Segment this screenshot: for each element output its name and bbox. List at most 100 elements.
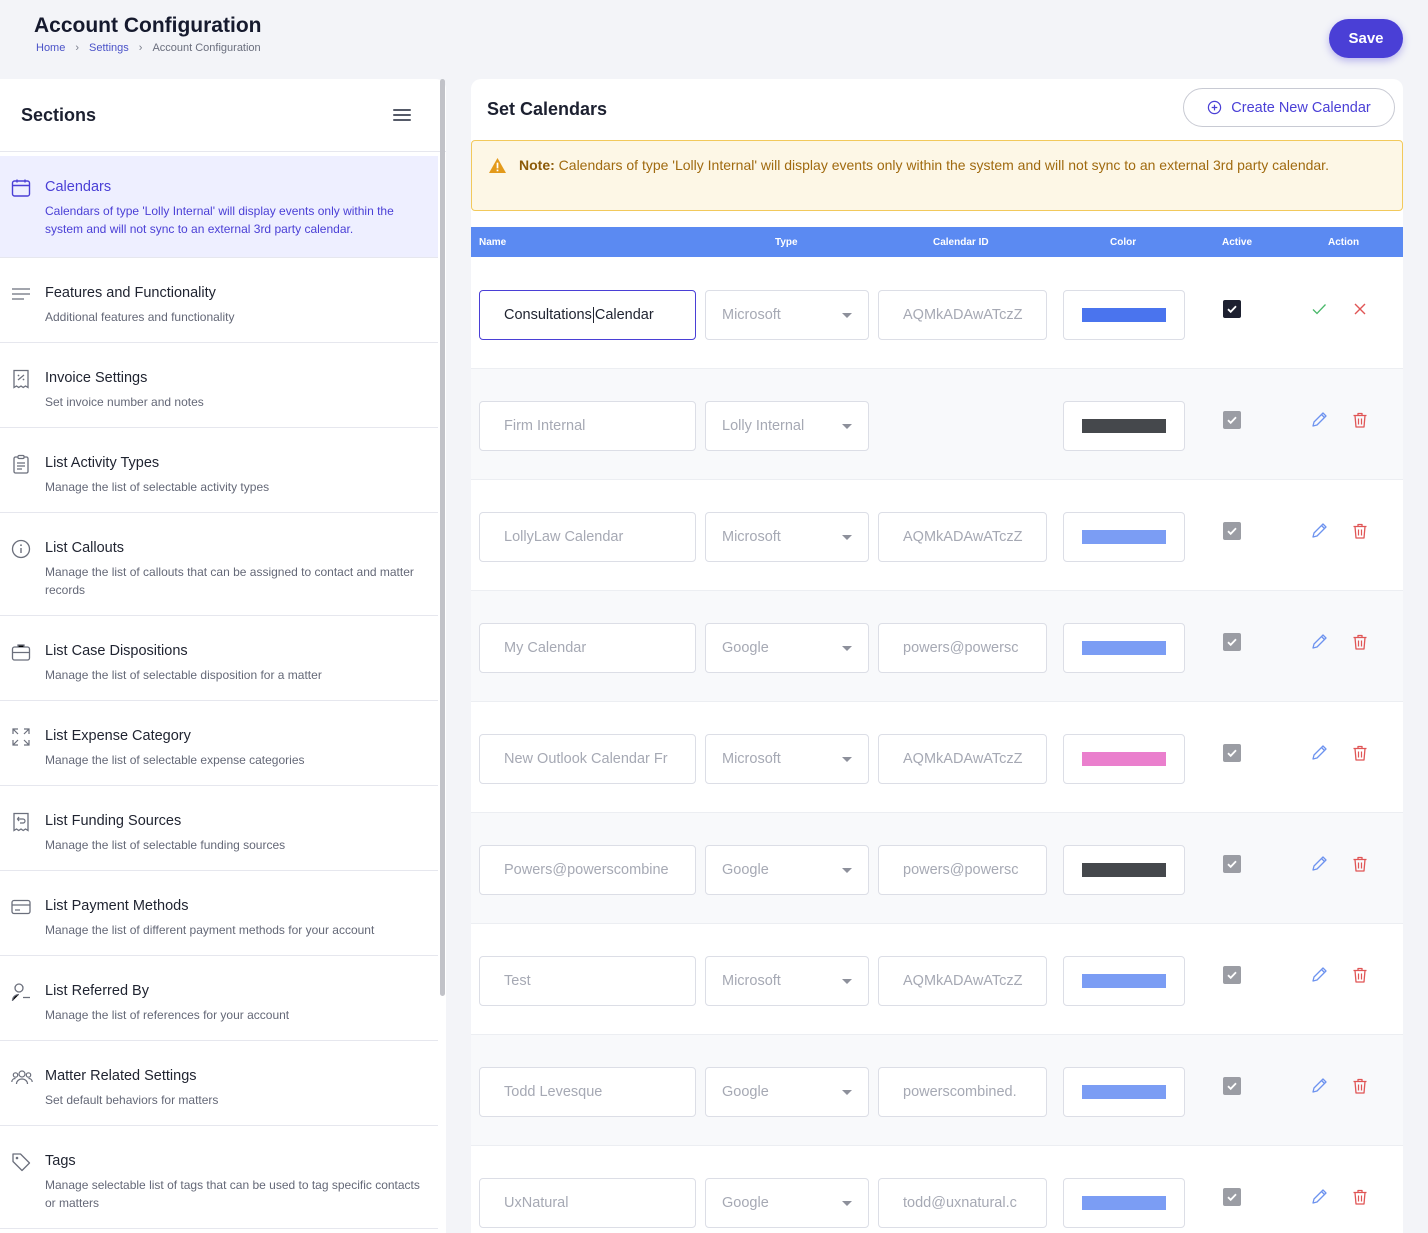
calendar-id-input[interactable]: AQMkADAwATczZ xyxy=(878,290,1047,340)
sidebar-item-list-callouts[interactable]: List Callouts Manage the list of callouts… xyxy=(0,513,438,616)
edit-pencil-icon[interactable] xyxy=(1310,411,1328,429)
page-header: Account Configuration Home › Settings › … xyxy=(0,0,1428,79)
calendar-id-input[interactable]: AQMkADAwATczZ xyxy=(878,512,1047,562)
table-row: Todd Levesque Google powerscombined. xyxy=(471,1035,1403,1146)
calendar-id-input[interactable]: todd@uxnatural.c xyxy=(878,1178,1047,1228)
calendar-id-input[interactable]: powerscombined. xyxy=(878,1067,1047,1117)
sidebar-item-list-expense-category[interactable]: List Expense Category Manage the list of … xyxy=(0,701,438,786)
delete-trash-icon[interactable] xyxy=(1351,1077,1369,1095)
calendar-color-picker[interactable] xyxy=(1063,845,1185,895)
sidebar-item-list-referred-by[interactable]: List Referred By Manage the list of refer… xyxy=(0,956,438,1041)
warning-icon xyxy=(489,157,506,174)
sidebar-item-title: Invoice Settings xyxy=(45,370,148,386)
calendar-type-select[interactable]: Microsoft xyxy=(705,734,869,784)
create-new-calendar-button[interactable]: Create New Calendar xyxy=(1183,88,1395,127)
calendar-name-input[interactable]: Firm Internal xyxy=(479,401,696,451)
calendar-type-select[interactable]: Microsoft xyxy=(705,290,869,340)
save-button[interactable]: Save xyxy=(1329,19,1403,58)
calendar-id-input[interactable]: AQMkADAwATczZ xyxy=(878,734,1047,784)
sidebar-scrollbar[interactable] xyxy=(440,79,445,996)
calendar-name-input[interactable]: Consultations Calendar xyxy=(479,290,696,340)
calendar-color-picker[interactable] xyxy=(1063,401,1185,451)
calendar-type-select[interactable]: Microsoft xyxy=(705,512,869,562)
color-swatch xyxy=(1082,863,1166,877)
delete-trash-icon[interactable] xyxy=(1351,855,1369,873)
calendar-name-input[interactable]: Test xyxy=(479,956,696,1006)
sidebar-item-matter-related-settings[interactable]: Matter Related Settings Set default behav… xyxy=(0,1041,438,1126)
active-checkbox[interactable] xyxy=(1223,855,1241,873)
calendars-panel: Set Calendars Create New Calendar Note: … xyxy=(471,79,1403,1233)
calendar-color-picker[interactable] xyxy=(1063,734,1185,784)
breadcrumb-settings[interactable]: Settings xyxy=(89,42,129,54)
sidebar-item-calendars[interactable]: Calendars Calendars of type 'Lolly Intern… xyxy=(0,156,438,258)
edit-pencil-icon[interactable] xyxy=(1310,1188,1328,1206)
calendar-color-picker[interactable] xyxy=(1063,1067,1185,1117)
calendar-id-input[interactable]: powers@powersc xyxy=(878,845,1047,895)
calendar-type-select[interactable]: Lolly Internal xyxy=(705,401,869,451)
calendar-name-input[interactable]: LollyLaw Calendar xyxy=(479,512,696,562)
edit-pencil-icon[interactable] xyxy=(1310,855,1328,873)
calendar-type-select[interactable]: Microsoft xyxy=(705,956,869,1006)
calendar-table-body: Consultations Calendar Microsoft AQMkADAwAT… xyxy=(471,258,1403,1233)
calendar-color-picker[interactable] xyxy=(1063,623,1185,673)
delete-trash-icon[interactable] xyxy=(1351,966,1369,984)
calendar-color-picker[interactable] xyxy=(1063,290,1185,340)
active-checkbox[interactable] xyxy=(1223,1188,1241,1206)
calendar-name-input[interactable]: New Outlook Calendar Fr xyxy=(479,734,696,784)
sidebar-item-list-case-dispositions[interactable]: List Case Dispositions Manage the list of… xyxy=(0,616,438,701)
calendar-id-input[interactable]: AQMkADAwATczZ xyxy=(878,956,1047,1006)
delete-trash-icon[interactable] xyxy=(1351,1188,1369,1206)
tag-icon xyxy=(11,1152,31,1172)
edit-pencil-icon[interactable] xyxy=(1310,966,1328,984)
calendar-name-input[interactable]: Todd Levesque xyxy=(479,1067,696,1117)
active-checkbox[interactable] xyxy=(1223,633,1241,651)
active-checkbox[interactable] xyxy=(1223,744,1241,762)
active-checkbox[interactable] xyxy=(1223,522,1241,540)
delete-trash-icon[interactable] xyxy=(1351,522,1369,540)
edit-pencil-icon[interactable] xyxy=(1310,633,1328,651)
table-row: My Calendar Google powers@powersc xyxy=(471,591,1403,702)
calendar-type-select[interactable]: Google xyxy=(705,1067,869,1117)
breadcrumb-home[interactable]: Home xyxy=(36,42,65,54)
delete-trash-icon[interactable] xyxy=(1351,744,1369,762)
active-checkbox[interactable] xyxy=(1223,966,1241,984)
sidebar-item-list-activity-types[interactable]: List Activity Types Manage the list of se… xyxy=(0,428,438,513)
edit-pencil-icon[interactable] xyxy=(1310,522,1328,540)
col-action: Action xyxy=(1328,237,1360,248)
edit-pencil-icon[interactable] xyxy=(1310,1077,1328,1095)
hamburger-menu-icon[interactable] xyxy=(393,109,411,121)
delete-trash-icon[interactable] xyxy=(1351,633,1369,651)
calendar-name-input[interactable]: My Calendar xyxy=(479,623,696,673)
active-checkbox[interactable] xyxy=(1223,411,1241,429)
calendar-type-select[interactable]: Google xyxy=(705,1178,869,1228)
confirm-check-icon[interactable] xyxy=(1310,300,1328,318)
edit-pencil-icon[interactable] xyxy=(1310,744,1328,762)
chevron-down-icon xyxy=(842,424,852,429)
sidebar-item-tags[interactable]: Tags Manage selectable list of tags that … xyxy=(0,1126,438,1229)
table-row: Powers@powerscombine Google powers@powersc xyxy=(471,813,1403,924)
color-swatch xyxy=(1082,308,1166,322)
col-color: Color xyxy=(1110,237,1137,248)
calendar-type-select[interactable]: Google xyxy=(705,845,869,895)
receipt-icon xyxy=(11,369,31,389)
calendar-type-select[interactable]: Google xyxy=(705,623,869,673)
delete-trash-icon[interactable] xyxy=(1351,411,1369,429)
calendar-color-picker[interactable] xyxy=(1063,512,1185,562)
sidebar-item-list-funding-sources[interactable]: List Funding Sources Manage the list of s… xyxy=(0,786,438,871)
sidebar-item-list-payment-methods[interactable]: List Payment Methods Manage the list of d… xyxy=(0,871,438,956)
sidebar-item-invoice-settings[interactable]: Invoice Settings Set invoice number and n… xyxy=(0,343,438,428)
calendar-name-input[interactable]: UxNatural xyxy=(479,1178,696,1228)
calendar-id-input[interactable]: powers@powersc xyxy=(878,623,1047,673)
calendar-color-picker[interactable] xyxy=(1063,1178,1185,1228)
create-new-calendar-label: Create New Calendar xyxy=(1231,99,1371,116)
calendar-color-picker[interactable] xyxy=(1063,956,1185,1006)
active-checkbox[interactable] xyxy=(1223,300,1241,318)
cancel-x-icon[interactable] xyxy=(1351,300,1369,318)
sidebar-item-desc: Manage the list of selectable funding so… xyxy=(45,838,286,852)
color-swatch xyxy=(1082,1196,1166,1210)
sidebar-item-features-and-functionality[interactable]: Features and Functionality Additional fea… xyxy=(0,258,438,343)
calendar-name-input[interactable]: Powers@powerscombine xyxy=(479,845,696,895)
note-text: Note: Calendars of type 'Lolly Internal'… xyxy=(519,157,1329,173)
active-checkbox[interactable] xyxy=(1223,1077,1241,1095)
color-swatch xyxy=(1082,1085,1166,1099)
